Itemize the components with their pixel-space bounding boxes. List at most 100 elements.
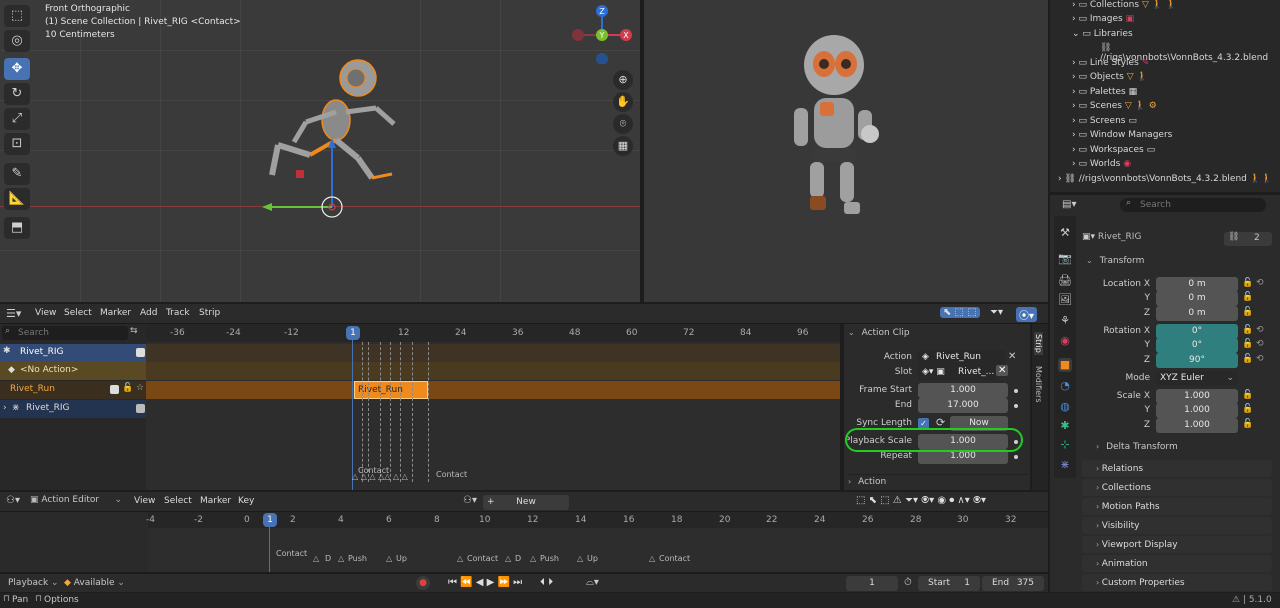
location-x-field[interactable]: 0 m xyxy=(1156,277,1238,292)
move-tool-icon[interactable]: ✥ xyxy=(4,58,30,80)
physics-tab-icon[interactable]: ✱ xyxy=(1058,419,1072,433)
nla-search-box[interactable]: ⌕ Search xyxy=(2,326,128,340)
cursor-tool-icon[interactable]: ◎ xyxy=(4,30,30,52)
keyframe-dot[interactable] xyxy=(1014,389,1018,393)
rotation-x-field[interactable]: 0° xyxy=(1156,324,1238,339)
keyframe-animate-icon[interactable]: ⟲ xyxy=(1256,325,1264,335)
action-section-header[interactable]: › Action xyxy=(848,474,1028,488)
robot-rig-figure[interactable] xyxy=(250,50,420,220)
viewport-front-ortho[interactable]: Front Orthographic (1) Scene Collection … xyxy=(0,0,640,302)
select-box-tool-icon[interactable]: ⬚ xyxy=(4,5,30,27)
scale-y-field[interactable]: 1.000 xyxy=(1156,403,1238,418)
viewport-render[interactable] xyxy=(644,0,1048,302)
data-tab-icon[interactable]: ⋇ xyxy=(1058,458,1072,472)
delta-transform-header[interactable]: › Delta Transform xyxy=(1096,442,1272,456)
frame-start-field[interactable]: 1.000 xyxy=(918,383,1008,398)
snap-icon[interactable]: ⦿▾ xyxy=(1016,307,1038,322)
lock-icon[interactable]: 🔓 xyxy=(1242,404,1253,414)
scale-z-field[interactable]: 1.000 xyxy=(1156,418,1238,433)
section-visibility[interactable]: › Visibility xyxy=(1082,517,1272,534)
outliner-item-libraries[interactable]: ⌄ ▭ Libraries xyxy=(1072,29,1133,39)
nla-strip-rivet-run[interactable]: Rivet_Run xyxy=(354,381,428,399)
camera-icon[interactable]: ⌾ xyxy=(613,114,633,134)
nla-current-frame[interactable]: 1 xyxy=(346,326,360,340)
ae-marker-contact[interactable]: Contact xyxy=(467,554,498,563)
end-field[interactable]: 17.000 xyxy=(918,398,1008,413)
nla-ruler[interactable] xyxy=(146,324,840,342)
outliner-item-screens[interactable]: › ▭ Screens ▭ xyxy=(1072,116,1137,126)
ae-playhead[interactable] xyxy=(269,526,270,572)
section-viewport-display[interactable]: › Viewport Display xyxy=(1082,536,1272,553)
outliner-item-scenes[interactable]: › ▭ Scenes ▽ 🚶 ⚙ xyxy=(1072,101,1157,111)
ae-menu-view[interactable]: View xyxy=(134,496,155,506)
ae-marker-d[interactable]: D xyxy=(325,554,331,563)
rotation-y-field[interactable]: 0° xyxy=(1156,338,1238,353)
outliner-item-linestyles[interactable]: › ▭ Line Styles ✎ xyxy=(1072,58,1149,68)
pan-hand-icon[interactable]: ✋ xyxy=(613,92,633,112)
lock-icon[interactable]: 🔓 xyxy=(1242,278,1253,288)
close-icon[interactable]: ✕ xyxy=(1008,351,1016,362)
nla-menu-select[interactable]: Select xyxy=(64,308,92,318)
add-cube-tool-icon[interactable]: ⬒ xyxy=(4,217,30,239)
lock-icon[interactable]: 🔓 xyxy=(1242,390,1253,400)
outliner-item-workspaces[interactable]: › ▭ Workspaces ▭ xyxy=(1072,145,1155,155)
nla-track-rig2[interactable]: › ⋇ Rivet_RIG xyxy=(0,400,146,418)
nla-track-rig[interactable]: ✱ Rivet_RIG xyxy=(0,344,146,362)
keyframe-animate-icon[interactable]: ⟲ xyxy=(1256,278,1264,288)
lock-icon[interactable]: 🔓 xyxy=(122,383,133,393)
star-icon[interactable]: ☆ xyxy=(136,383,144,393)
outliner-item-images[interactable]: › ▭ Images ▣ xyxy=(1072,14,1134,24)
nla-timeline[interactable]: -36 -24 -12 1 12 24 36 48 60 72 84 96 Ri… xyxy=(146,324,840,490)
nla-editor-type-icon[interactable]: ☰▾ xyxy=(6,307,21,320)
lock-icon[interactable]: 🔓 xyxy=(1242,292,1253,302)
section-animation[interactable]: › Animation xyxy=(1082,555,1272,572)
swap-icon[interactable]: ⇆ xyxy=(130,326,138,336)
checkbox-icon[interactable] xyxy=(136,348,145,357)
dopesheet-editor-icon[interactable]: ⚇▾ xyxy=(6,495,20,506)
nla-select-mode-icons[interactable]: ⬉ ⬚ ⬚ xyxy=(940,307,980,318)
nla-track-run[interactable]: Rivet_Run 🔓 ☆ xyxy=(0,381,146,399)
record-icon[interactable]: ● xyxy=(416,576,430,590)
slot-field[interactable]: ◈▾ ▣ Rivet_... xyxy=(918,365,998,380)
tool-tab-icon[interactable]: ⚒ xyxy=(1058,226,1072,240)
ae-current-frame[interactable]: 1 xyxy=(263,513,277,527)
users-count[interactable]: ⛓ 2 xyxy=(1224,232,1272,246)
measure-tool-icon[interactable]: 📐 xyxy=(4,188,30,210)
world-tab-icon[interactable]: ◉ xyxy=(1058,334,1072,348)
action-clip-header[interactable]: ⌄ Action Clip xyxy=(848,328,1028,344)
keyframe-jump-icons[interactable]: ⏴ ⏵ xyxy=(540,577,553,588)
ae-toolbar-icons[interactable]: ⬚ ⬉ ⬚ ⚠ ⏷▾ ⦿▾ ◉ ⏺ ∧▾ ⦿▾ xyxy=(856,495,986,506)
ae-marker-up[interactable]: Up xyxy=(396,554,407,563)
close-icon[interactable]: ✕ xyxy=(996,365,1009,376)
ae-marker-contact[interactable]: Contact xyxy=(276,549,307,558)
outliner-item-palettes[interactable]: › ▭ Palettes ▦ xyxy=(1072,87,1137,97)
section-collections[interactable]: › Collections xyxy=(1082,479,1272,496)
ae-marker-contact[interactable]: Contact xyxy=(659,554,690,563)
ae-marker-push[interactable]: Push xyxy=(348,554,367,563)
rotation-mode-select[interactable]: XYZ Euler ⌄ xyxy=(1156,371,1238,386)
nla-menu-view[interactable]: View xyxy=(35,308,56,318)
scene-tab-icon[interactable]: ⚘ xyxy=(1058,314,1072,328)
lock-icon[interactable]: 🔓 xyxy=(1242,307,1253,317)
nla-menu-add[interactable]: Add xyxy=(140,308,157,318)
ae-marker-push[interactable]: Push xyxy=(540,554,559,563)
lock-icon[interactable]: 🔓 xyxy=(1242,325,1253,335)
constraints-tab-icon[interactable]: ⊹ xyxy=(1058,438,1072,452)
output-tab-icon[interactable]: 🖨 xyxy=(1058,274,1072,288)
scale-x-field[interactable]: 1.000 xyxy=(1156,389,1238,404)
current-frame-field[interactable]: 1 xyxy=(846,576,898,591)
rotate-tool-icon[interactable]: ↻ xyxy=(4,83,30,105)
playback-menu[interactable]: Playback ⌄ xyxy=(8,578,59,588)
transform-tool-icon[interactable]: ⊡ xyxy=(4,133,30,155)
sync-icon[interactable]: ⌓▾ xyxy=(586,577,599,588)
section-custom-properties[interactable]: › Custom Properties xyxy=(1082,574,1272,591)
checkbox-icon[interactable] xyxy=(110,385,119,394)
location-z-field[interactable]: 0 m xyxy=(1156,306,1238,321)
expand-chevron-icon[interactable]: › xyxy=(3,403,7,413)
ortho-grid-icon[interactable]: ▦ xyxy=(613,136,633,156)
outliner-item-objects[interactable]: › ▭ Objects ▽ 🚶 xyxy=(1072,72,1148,82)
keying-menu[interactable]: ◆ Available ⌄ xyxy=(64,578,125,588)
nla-playhead[interactable] xyxy=(352,340,353,490)
ae-menu-marker[interactable]: Marker xyxy=(200,496,231,506)
action-editor-timeline[interactable]: -4 -2 0 1 2 4 6 8 10 12 14 16 18 20 22 2… xyxy=(0,512,1048,572)
